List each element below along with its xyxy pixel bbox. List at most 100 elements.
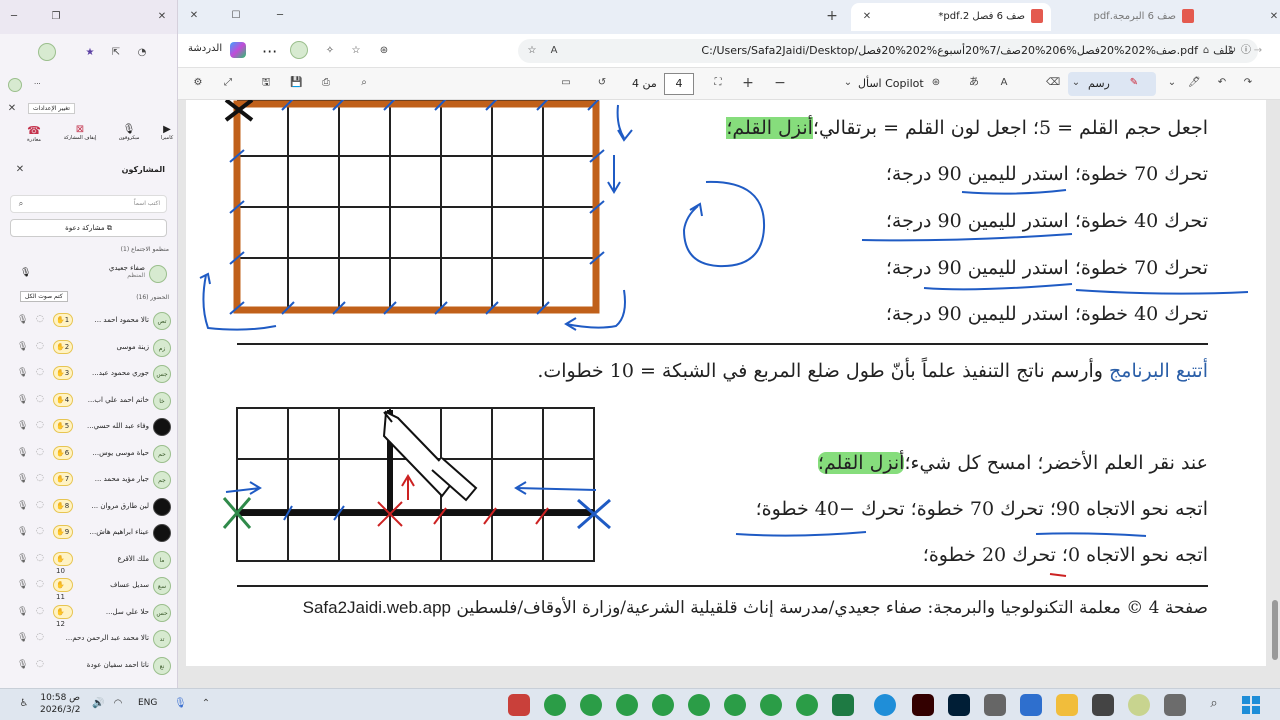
draw-button[interactable]: ⌄ رسم ✎: [1068, 72, 1156, 96]
chevron-down-icon[interactable]: ⌄: [842, 77, 854, 89]
settings-icon[interactable]: ⚙: [192, 77, 204, 89]
taskbar-app-terminal[interactable]: [1020, 694, 1042, 716]
search-icon[interactable]: ⌕: [1208, 697, 1220, 710]
url-input[interactable]: ☆ A C:/Users/Safa2Jaidi/Desktop/صف%202%2…: [518, 39, 1258, 63]
taskbar-app-chrome[interactable]: [544, 694, 566, 716]
chevron-up-icon[interactable]: ⌃: [200, 698, 212, 710]
close-icon[interactable]: ✕: [188, 10, 200, 22]
volume-icon[interactable]: 🔊: [92, 698, 104, 710]
print-icon[interactable]: ⎙: [320, 77, 332, 89]
star-outline-icon[interactable]: ☆: [526, 45, 538, 57]
taskbar-app-chrome[interactable]: [652, 694, 674, 716]
chat-button[interactable]: الدردشة: [188, 43, 222, 54]
scrollbar-thumb[interactable]: [1272, 600, 1278, 660]
search-icon[interactable]: ⌕: [358, 77, 370, 89]
redo-icon[interactable]: ↷: [1242, 77, 1254, 89]
save-as-icon[interactable]: 🖫: [260, 77, 272, 89]
read-aloud-icon[interactable]: A: [998, 77, 1010, 89]
close-tab-button[interactable]: ✕: [1238, 3, 1280, 31]
new-tab-icon[interactable]: +: [826, 9, 838, 23]
footer-website[interactable]: Safa2Jaidi.web.app: [303, 598, 451, 617]
taskbar-app-chrome[interactable]: [796, 694, 818, 716]
change-settings-button[interactable]: تغيير الإعدادات: [28, 103, 75, 114]
attendee-row[interactable]: 🎙 ◌ ✋3 جوري محمود عبد... جس: [0, 362, 177, 388]
attendee-row[interactable]: 🎙 ◌ ناتا احمد سفيان عودة نع: [0, 654, 177, 680]
attendees-header[interactable]: الحضور (16): [136, 294, 169, 301]
star-icon[interactable]: ★: [84, 47, 96, 59]
accessibility-icon[interactable]: ♿: [18, 698, 30, 710]
info-icon[interactable]: ⓘ: [1240, 45, 1252, 57]
extensions-icon[interactable]: ✧: [324, 45, 336, 57]
minimize-icon[interactable]: ─: [8, 11, 20, 23]
tab-active[interactable]: ✕ صف 6 فصل 2.pdf*: [851, 3, 1051, 31]
popout-icon[interactable]: ⇱: [110, 47, 122, 59]
avatar[interactable]: [8, 78, 22, 92]
attendee-row[interactable]: 🎙 ◌ ✋12 حلا علي سل... حس: [0, 601, 177, 628]
forward-icon[interactable]: →: [1252, 45, 1264, 57]
attendee-row[interactable]: 🎙 ◌ ✋9 عيناء ابراهيم هاش...: [0, 521, 177, 547]
highlighter-icon[interactable]: 🖊: [1188, 77, 1201, 89]
restore-icon[interactable]: ❐: [50, 11, 62, 23]
zoom-out-icon[interactable]: −: [774, 76, 786, 90]
taskbar-app-chrome[interactable]: [724, 694, 746, 716]
page-number-input[interactable]: 4: [664, 73, 694, 95]
home-icon[interactable]: ⌂: [1200, 45, 1212, 57]
clock[interactable]: 10:58 ص 2026/3/2: [40, 692, 80, 716]
chevron-down-icon[interactable]: ⌄: [1166, 77, 1178, 89]
taskbar-app-photoshop[interactable]: [948, 694, 970, 716]
taskbar-app-cube[interactable]: [984, 694, 1006, 716]
attendee-row[interactable]: 🎙 ◌ تالا محمد عبد الرحمن دحم... تد: [0, 627, 177, 653]
taskbar-app-teams[interactable]: [1092, 694, 1114, 716]
copilot-button[interactable]: اسأل Copilot: [858, 77, 924, 90]
avatar[interactable]: [290, 41, 308, 59]
attendee-row[interactable]: 🎙 ◌ ✋7 جيار مؤيد محمد ... جم: [0, 468, 177, 494]
copilot-icon[interactable]: [230, 42, 246, 58]
taskbar-app-presentation[interactable]: [508, 694, 530, 716]
stop-share-button[interactable]: ⊠ إيقاف المشاركة: [60, 124, 100, 141]
more-icon[interactable]: ···: [34, 80, 41, 88]
taskbar-app-chrome[interactable]: [580, 694, 602, 716]
taskbar-app-chrome[interactable]: [616, 694, 638, 716]
attendee-row[interactable]: 🎙 ◌ ✋4 خاتم احمد علي اب... خا: [0, 389, 177, 415]
taskbar-app-illustrator[interactable]: [912, 694, 934, 716]
organizer-row[interactable]: 🎙 صفاء جعيدي المنظم: [0, 262, 177, 286]
page-view-icon[interactable]: ▭: [560, 77, 572, 89]
camera-button[interactable]: ▶ كاميرا: [156, 124, 177, 141]
start-icon[interactable]: [1242, 696, 1260, 714]
language-indicator[interactable]: ENG: [138, 698, 157, 708]
close-icon[interactable]: ✕: [156, 11, 168, 23]
attendee-row[interactable]: 🎙 ◌ ✋1 تالا محمود احمد ... تص: [0, 309, 177, 335]
undo-icon[interactable]: ↶: [1216, 77, 1228, 89]
taskbar-app-avatar[interactable]: [1128, 694, 1150, 716]
more-icon[interactable]: ···: [262, 42, 277, 61]
taskbar-app-chrome[interactable]: [688, 694, 710, 716]
eraser-icon[interactable]: ⌫: [1046, 77, 1060, 89]
fullscreen-icon[interactable]: ⤢: [222, 77, 234, 89]
tab-inactive[interactable]: صف 6 البرمجة.pdf: [1048, 3, 1208, 31]
pdf-viewport[interactable]: اجعل حجم القلم = 5؛ اجعل لون القلم = برت…: [178, 100, 1280, 688]
translate-icon[interactable]: あ: [968, 77, 980, 89]
copilot-page-icon[interactable]: ⊛: [378, 45, 390, 57]
close-icon[interactable]: ✕: [6, 103, 18, 115]
leave-button[interactable]: ☎ مغادرة: [24, 124, 44, 143]
attendee-row[interactable]: 🎙 ◌ ✋2 زينة موسى زم: [0, 336, 177, 362]
rotate-icon[interactable]: ↺: [596, 77, 608, 89]
save-icon[interactable]: 💾: [290, 77, 302, 89]
copilot-icon[interactable]: ⊛: [930, 77, 942, 89]
chat-icon[interactable]: ◔: [136, 47, 148, 59]
avatar[interactable]: [38, 43, 56, 61]
zoom-in-icon[interactable]: +: [742, 76, 754, 90]
mute-all-button[interactable]: كتم صوت الكل: [20, 291, 68, 302]
microphone-button[interactable]: 🎙 ميكروفون: [112, 124, 146, 141]
taskbar-app-generic[interactable]: [1164, 694, 1186, 716]
favorites-icon[interactable]: ☆: [350, 45, 362, 57]
close-icon[interactable]: ✕: [14, 164, 26, 176]
taskbar-app-chrome[interactable]: [760, 694, 782, 716]
search-input[interactable]: ⌕ اكتب اسماً: [10, 195, 167, 213]
microphone-icon[interactable]: 🎙: [174, 698, 187, 710]
organizers-header[interactable]: منظمو الاجتماع (1): [0, 246, 177, 256]
taskbar-app-file-explorer[interactable]: [1056, 694, 1078, 716]
fit-page-icon[interactable]: ⛶: [712, 77, 724, 89]
taskbar-app-edge[interactable]: [874, 694, 896, 716]
attendee-row[interactable]: 🎙 ◌ ✋6 حياة موسى يوس... حم: [0, 442, 177, 468]
